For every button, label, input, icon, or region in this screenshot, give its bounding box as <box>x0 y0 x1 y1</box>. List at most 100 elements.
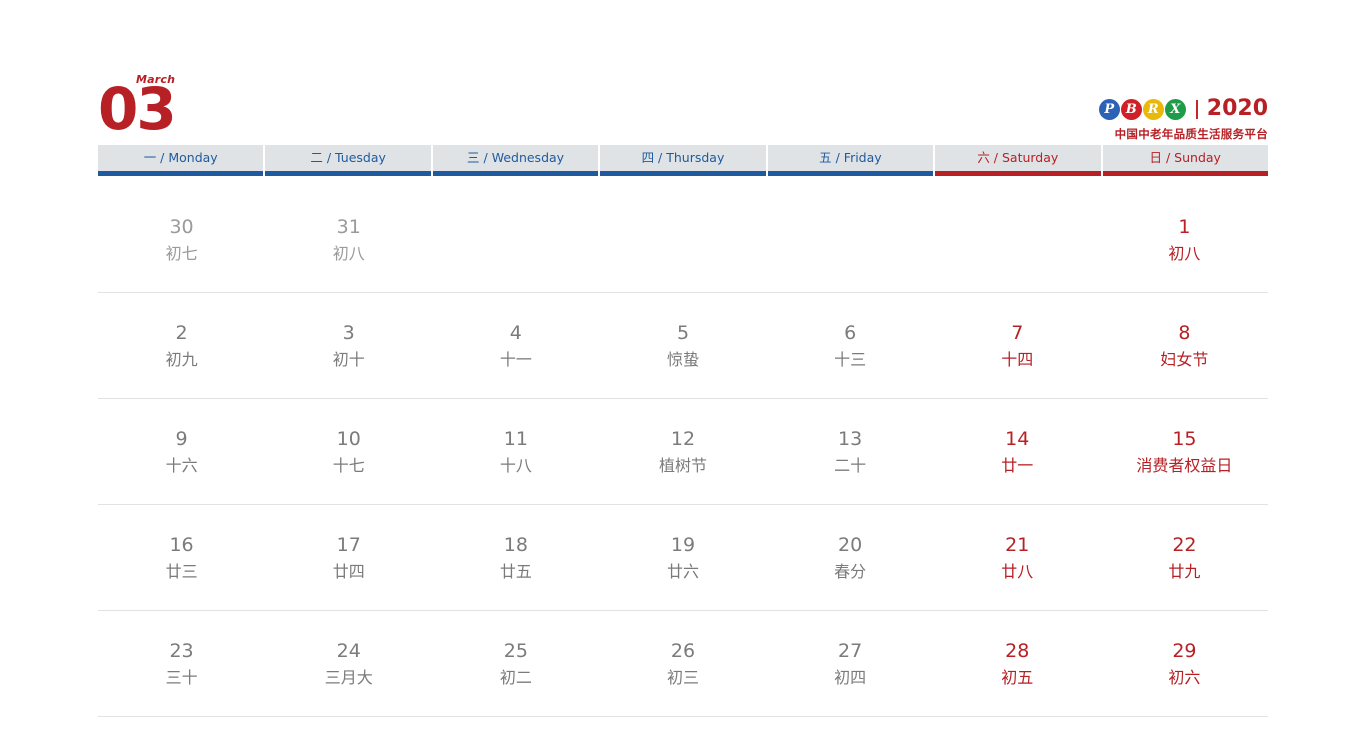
calendar-week-row: 16 廿三 17 廿四 18 廿五 19 廿六 20 春分 21 廿八 22 廿九 <box>98 505 1268 611</box>
calendar-day-cell[interactable]: 23 三十 <box>98 611 265 717</box>
day-lunar-label: 廿九 <box>1168 562 1201 581</box>
calendar-day-cell[interactable]: 5 惊蛰 <box>599 293 766 399</box>
day-number: 4 <box>509 322 522 344</box>
day-lunar-label: 廿八 <box>1001 562 1034 581</box>
day-number: 14 <box>1005 428 1030 450</box>
calendar-day-cell[interactable]: 17 廿四 <box>265 505 432 611</box>
calendar-day-cell[interactable]: 18 廿五 <box>432 505 599 611</box>
day-number: 1 <box>1178 216 1191 238</box>
calendar-day-cell[interactable]: 27 初四 <box>767 611 934 717</box>
day-number: 22 <box>1172 534 1197 556</box>
day-lunar-label: 十八 <box>499 456 532 475</box>
calendar-day-cell[interactable]: 1 初八 <box>1101 187 1268 293</box>
calendar-day-cell[interactable]: 9 十六 <box>98 399 265 505</box>
day-number: 29 <box>1172 640 1197 662</box>
weekday-label: 四 / Thursday <box>641 149 725 165</box>
calendar-day-cell[interactable]: 10 十七 <box>265 399 432 505</box>
logo-letter-p-icon: P <box>1098 98 1120 120</box>
day-number: 31 <box>336 216 361 238</box>
calendar-day-cell[interactable]: 29 初六 <box>1101 611 1268 717</box>
day-number: 5 <box>676 322 690 344</box>
day-lunar-label: 初十 <box>332 350 365 369</box>
calendar-week-row: 23 三十 24 三月大 25 初二 26 初三 27 初四 28 初五 29 初六 <box>98 611 1268 717</box>
day-number: 28 <box>1005 640 1030 662</box>
day-number: 30 <box>169 216 194 238</box>
day-lunar-label: 春分 <box>834 562 867 581</box>
day-number: 9 <box>175 428 188 450</box>
calendar-day-cell[interactable]: 28 初五 <box>934 611 1101 717</box>
day-lunar-label: 十三 <box>834 350 867 369</box>
calendar-day-cell[interactable]: 22 廿九 <box>1101 505 1268 611</box>
day-lunar-label: 初五 <box>1001 668 1034 687</box>
calendar-day-cell[interactable]: 30 初七 <box>98 187 265 293</box>
brand-tagline-label: 中国中老年品质生活服务平台 <box>1114 127 1268 141</box>
day-lunar-label: 十七 <box>332 456 365 475</box>
day-number: 11 <box>503 428 528 450</box>
day-lunar-label: 初九 <box>165 350 198 369</box>
weekday-label: 一 / Monday <box>143 149 218 165</box>
weekday-header-cell-1[interactable]: 二 / Tuesday <box>265 145 432 176</box>
weekday-header-cell-4[interactable]: 五 / Friday <box>767 145 934 176</box>
calendar-day-cell[interactable]: 7 十四 <box>934 293 1101 399</box>
day-number: 8 <box>1178 322 1191 344</box>
weekday-header-cell-3[interactable]: 四 / Thursday <box>600 145 767 176</box>
calendar-day-cell[interactable]: 2 初九 <box>98 293 265 399</box>
calendar-day-cell[interactable]: 14 廿一 <box>934 399 1101 505</box>
calendar-day-cell[interactable]: 25 初二 <box>432 611 599 717</box>
day-number: 13 <box>838 428 863 450</box>
calendar-day-cell[interactable]: 3 初十 <box>265 293 432 399</box>
weekday-label: 六 / Saturday <box>977 149 1059 165</box>
weekday-header-cell-2[interactable]: 三 / Wednesday <box>432 145 599 176</box>
weekday-label: 五 / Friday <box>819 149 882 165</box>
weekday-header-cell-0[interactable]: 一 / Monday <box>98 145 264 176</box>
day-lunar-label: 惊蛰 <box>666 350 699 369</box>
calendar-day-cell[interactable]: 8 妇女节 <box>1101 293 1268 399</box>
day-lunar-label: 消费者权益日 <box>1136 456 1233 475</box>
calendar-day-cell[interactable]: 6 十三 <box>767 293 934 399</box>
day-lunar-label: 廿三 <box>165 562 198 581</box>
brand-block: P B R X 2020 中国中老年品质生活服务平台 <box>948 96 1268 148</box>
day-number: 17 <box>336 534 361 556</box>
day-number: 16 <box>169 534 194 556</box>
calendar-week-row: 9 十六 10 十七 11 十八 12 植树节 13 二十 14 廿一 15 消费者权益日 <box>98 399 1268 505</box>
calendar-day-cell[interactable]: 31 初八 <box>265 187 432 293</box>
weekday-header-cell-5[interactable]: 六 / Saturday <box>935 145 1101 176</box>
calendar-day-cell[interactable]: 12 植树节 <box>599 399 766 505</box>
logo-letter-r-icon: R <box>1142 98 1164 120</box>
calendar-page: March 03 P B R X 2020 中国中老年品质生活服务平台 一 / … <box>0 0 1366 736</box>
calendar-day-cell[interactable]: 21 廿八 <box>934 505 1101 611</box>
calendar-day-cell[interactable]: 19 廿六 <box>599 505 766 611</box>
calendar-day-cell[interactable]: 16 廿三 <box>98 505 265 611</box>
day-lunar-label: 初四 <box>834 668 867 687</box>
day-number: 19 <box>670 534 696 556</box>
weekday-label: 日 / Sunday <box>1149 149 1221 165</box>
weekday-label: 三 / Wednesday <box>467 149 565 165</box>
day-lunar-label: 廿五 <box>499 562 532 581</box>
day-lunar-label: 廿四 <box>332 562 365 581</box>
day-lunar-label: 初二 <box>499 668 532 687</box>
day-lunar-label: 植树节 <box>658 456 707 475</box>
calendar-day-cell[interactable]: 26 初三 <box>599 611 766 717</box>
day-lunar-label: 初七 <box>165 244 198 263</box>
calendar-day-cell[interactable]: 15 消费者权益日 <box>1101 399 1268 505</box>
calendar-day-cell[interactable]: 20 春分 <box>767 505 934 611</box>
day-number: 15 <box>1172 428 1197 450</box>
day-lunar-label: 三十 <box>165 668 198 687</box>
month-number-label: 03 <box>98 75 177 143</box>
weekday-header-cell-6[interactable]: 日 / Sunday <box>1102 145 1269 176</box>
logo-letter-x-icon: X <box>1164 98 1186 120</box>
calendar-day-cell[interactable]: 13 二十 <box>767 399 934 505</box>
day-lunar-label: 十六 <box>165 456 198 475</box>
day-lunar-label: 廿六 <box>666 562 699 581</box>
calendar-week-row: 30 初七 31 初八 1 初八 <box>98 187 1268 293</box>
day-number: 21 <box>1005 534 1030 556</box>
calendar-day-cell[interactable]: 11 十八 <box>432 399 599 505</box>
brand-year-label: 2020 <box>1206 96 1268 121</box>
weekday-label: 二 / Tuesday <box>310 149 386 165</box>
calendar-day-cell[interactable]: 24 三月大 <box>265 611 432 717</box>
day-number: 27 <box>838 640 863 662</box>
calendar-day-cell[interactable]: 4 十一 <box>432 293 599 399</box>
day-number: 18 <box>503 534 528 556</box>
day-number: 26 <box>670 640 696 662</box>
day-number: 23 <box>169 640 194 662</box>
